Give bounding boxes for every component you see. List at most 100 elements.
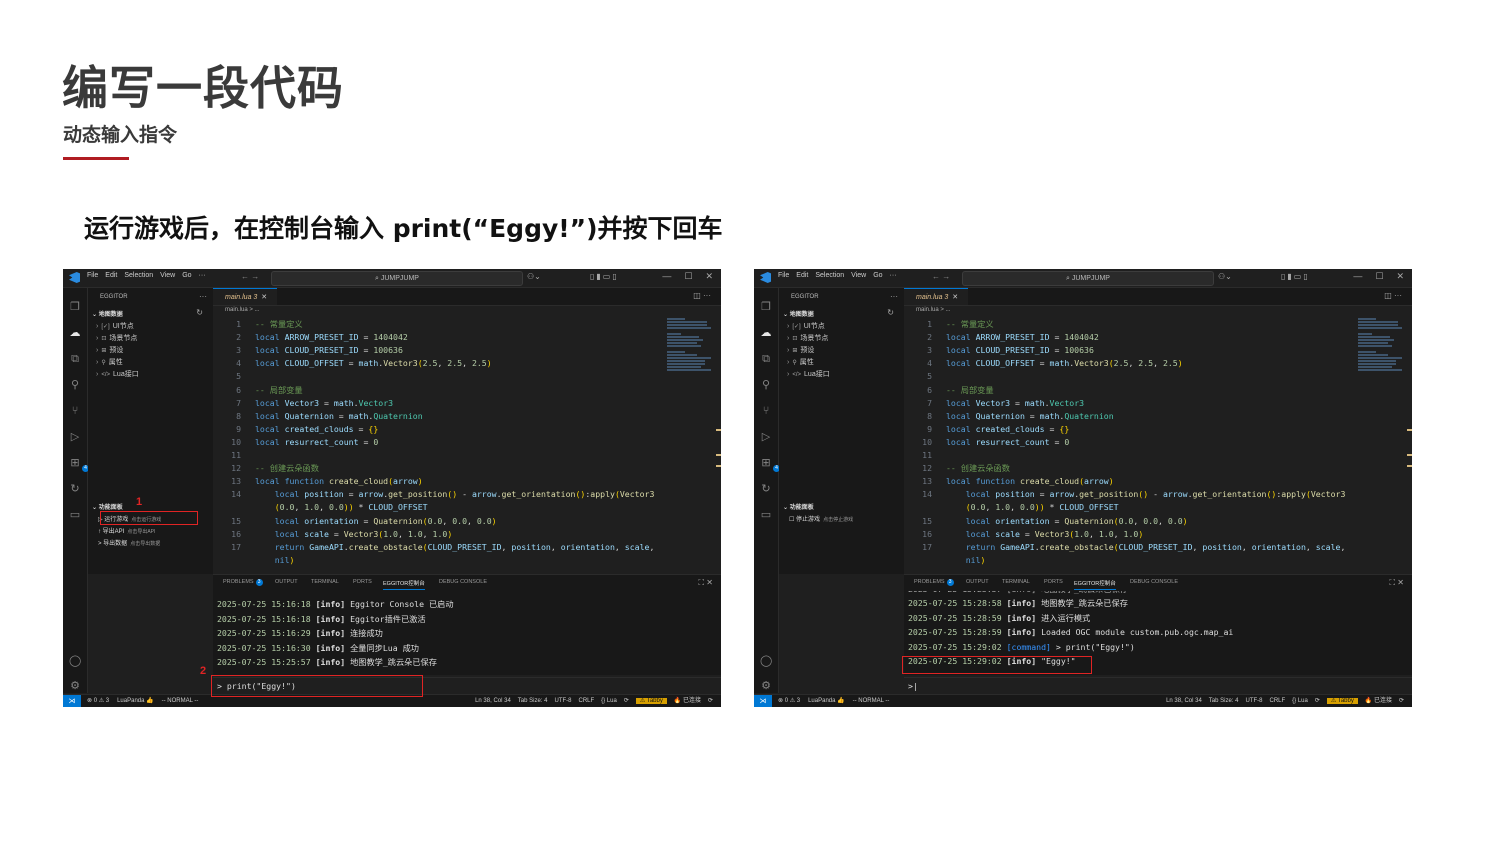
panel-tab[interactable]: DEBUG CONSOLE — [1130, 579, 1178, 585]
status-item[interactable]: -- NORMAL -- — [853, 698, 890, 704]
status-item[interactable]: ⊗ 0 ⚠ 3 — [778, 698, 800, 704]
status-item[interactable]: ⟳ — [1399, 698, 1404, 704]
panel-tab[interactable]: OUTPUT — [966, 579, 989, 585]
command-center-search[interactable]: ⌕ JUMPJUMP — [271, 271, 523, 286]
copy-icon[interactable]: ⧉ — [760, 353, 772, 365]
console-input[interactable]: >| — [904, 677, 1412, 693]
run-debug-icon[interactable]: ▷ — [760, 431, 772, 443]
status-item[interactable]: ⚠ Tabby — [1326, 698, 1358, 704]
panel-tab[interactable]: PROBLEMS 3 — [223, 579, 263, 586]
close-button[interactable]: ✕ — [705, 271, 713, 281]
remote-indicator-icon[interactable]: ⋊ — [754, 695, 772, 707]
layout-toggle-icons[interactable]: ▯▮▭▯ — [1281, 272, 1310, 281]
menu-item[interactable]: ··· — [890, 272, 897, 279]
status-item[interactable]: LuaPanda 👍 — [117, 698, 154, 704]
refresh-icon[interactable]: ↻ — [887, 308, 894, 317]
status-item[interactable]: ⟳ — [708, 698, 713, 704]
status-item[interactable]: ⊗ 0 ⚠ 3 — [87, 698, 109, 704]
account-icon[interactable]: ◯ — [760, 655, 772, 667]
tree-item[interactable]: › [✓] UI节点 — [96, 321, 134, 331]
tab-close-icon[interactable]: ✕ — [261, 294, 267, 301]
menu-item[interactable]: View — [160, 272, 175, 279]
section-map-data[interactable]: ⌄ 地图数据 — [92, 309, 123, 318]
copy-icon[interactable]: ⧉ — [69, 353, 81, 365]
panel-tab[interactable]: TERMINAL — [311, 579, 339, 585]
panel-tab[interactable]: PORTS — [1044, 579, 1063, 585]
menu-item[interactable]: Go — [873, 272, 882, 279]
close-button[interactable]: ✕ — [1396, 271, 1404, 281]
menu-item[interactable]: Go — [182, 272, 191, 279]
refresh-icon[interactable]: ↻ — [760, 483, 772, 495]
status-item[interactable]: Tab Size: 4 — [1209, 698, 1239, 704]
refresh-icon[interactable]: ↻ — [196, 308, 203, 317]
status-item[interactable]: ⟳ — [1315, 698, 1320, 704]
extensions-icon[interactable]: ⊞ 4 — [69, 457, 89, 472]
code-editor[interactable]: 1 -- 常量定义 2 local ARROW_PRESET_ID = 1404042… — [904, 318, 1354, 573]
menu-item[interactable]: File — [87, 272, 98, 279]
nav-arrows-icon[interactable]: ← → — [932, 272, 950, 281]
status-item[interactable]: UTF-8 — [554, 698, 571, 704]
status-item[interactable]: Ln 38, Col 34 — [1166, 698, 1202, 704]
eggitor-icon[interactable]: ☁ — [760, 327, 772, 339]
tree-item[interactable]: › ⚲ 属性 — [787, 357, 814, 367]
nav-arrows-icon[interactable]: ← → — [241, 272, 259, 281]
copilot-icon[interactable]: ⚇⌄ — [527, 272, 541, 281]
settings-gear-icon[interactable]: ⚙ — [69, 680, 81, 692]
tree-item[interactable]: › ⊞ 预设 — [787, 345, 814, 355]
panel-controls[interactable]: ⛶ ✕ — [1389, 578, 1404, 588]
status-item[interactable]: CRLF — [578, 698, 594, 704]
refresh-icon[interactable]: ↻ — [69, 483, 81, 495]
tab-main-lua[interactable]: main.lua 3 ✕ — [213, 288, 277, 305]
status-item[interactable]: 🔥 已连接 — [1365, 698, 1392, 704]
editor-actions-icons[interactable]: ◫ ··· — [1384, 291, 1402, 300]
function-item[interactable]: ↑ 导出API 点击导出API — [98, 526, 155, 535]
tree-item[interactable]: › ⊞ 预设 — [96, 345, 123, 355]
layout-toggle-icons[interactable]: ▯▮▭▯ — [590, 272, 619, 281]
minimap[interactable] — [1358, 318, 1402, 378]
maximize-button[interactable]: ☐ — [1375, 271, 1383, 281]
editor-actions-icons[interactable]: ◫ ··· — [693, 291, 711, 300]
section-function-panel[interactable]: ⌄ 功能面板 — [92, 502, 123, 511]
sidebar-more-icon[interactable]: ··· — [890, 292, 898, 301]
settings-gear-icon[interactable]: ⚙ — [760, 680, 772, 692]
section-map-data[interactable]: ⌄ 地图数据 — [783, 309, 814, 318]
menu-item[interactable]: File — [778, 272, 789, 279]
tree-item[interactable]: › [✓] UI节点 — [787, 321, 825, 331]
eggitor-icon[interactable]: ☁ — [69, 327, 81, 339]
sidebar-more-icon[interactable]: ··· — [199, 292, 207, 301]
function-item[interactable]: ☐ 停止游戏 点击停止游戏 — [789, 514, 853, 523]
source-control-icon[interactable]: ⑂ — [69, 405, 81, 417]
menu-item[interactable]: Edit — [105, 272, 117, 279]
menu-item[interactable]: ··· — [199, 272, 206, 279]
explorer-icon[interactable]: ❐ — [760, 301, 772, 313]
panel-tab[interactable]: PORTS — [353, 579, 372, 585]
panel-tab[interactable]: EGGITOR控制台 — [383, 579, 425, 590]
menu-item[interactable]: Edit — [796, 272, 808, 279]
panel-tab[interactable]: OUTPUT — [275, 579, 298, 585]
function-item[interactable]: > 导出数据 点击导出数据 — [98, 538, 160, 547]
status-item[interactable]: CRLF — [1269, 698, 1285, 704]
run-debug-icon[interactable]: ▷ — [69, 431, 81, 443]
tree-item[interactable]: › </> Lua接口 — [96, 369, 139, 379]
minimize-button[interactable]: — — [662, 271, 671, 281]
tab-main-lua[interactable]: main.lua 3 ✕ — [904, 288, 968, 305]
status-item[interactable]: LuaPanda 👍 — [808, 698, 845, 704]
explorer-icon[interactable]: ❐ — [69, 301, 81, 313]
chat-icon[interactable]: ▭ — [760, 509, 772, 521]
status-item[interactable]: ⚠ Tabby — [635, 698, 667, 704]
minimap[interactable] — [667, 318, 711, 378]
search-icon[interactable]: ⚲ — [69, 379, 81, 391]
source-control-icon[interactable]: ⑂ — [760, 405, 772, 417]
panel-controls[interactable]: ⛶ ✕ — [698, 578, 713, 588]
panel-tab[interactable]: EGGITOR控制台 — [1074, 579, 1116, 590]
tree-item[interactable]: › ⚲ 属性 — [96, 357, 123, 367]
search-icon[interactable]: ⚲ — [760, 379, 772, 391]
tab-close-icon[interactable]: ✕ — [952, 294, 958, 301]
menu-item[interactable]: Selection — [124, 272, 153, 279]
panel-tab[interactable]: PROBLEMS 3 — [914, 579, 954, 586]
command-center-search[interactable]: ⌕ JUMPJUMP — [962, 271, 1214, 286]
status-item[interactable]: {} Lua — [601, 698, 617, 704]
section-function-panel[interactable]: ⌄ 功能面板 — [783, 502, 814, 511]
status-item[interactable]: -- NORMAL -- — [162, 698, 199, 704]
account-icon[interactable]: ◯ — [69, 655, 81, 667]
